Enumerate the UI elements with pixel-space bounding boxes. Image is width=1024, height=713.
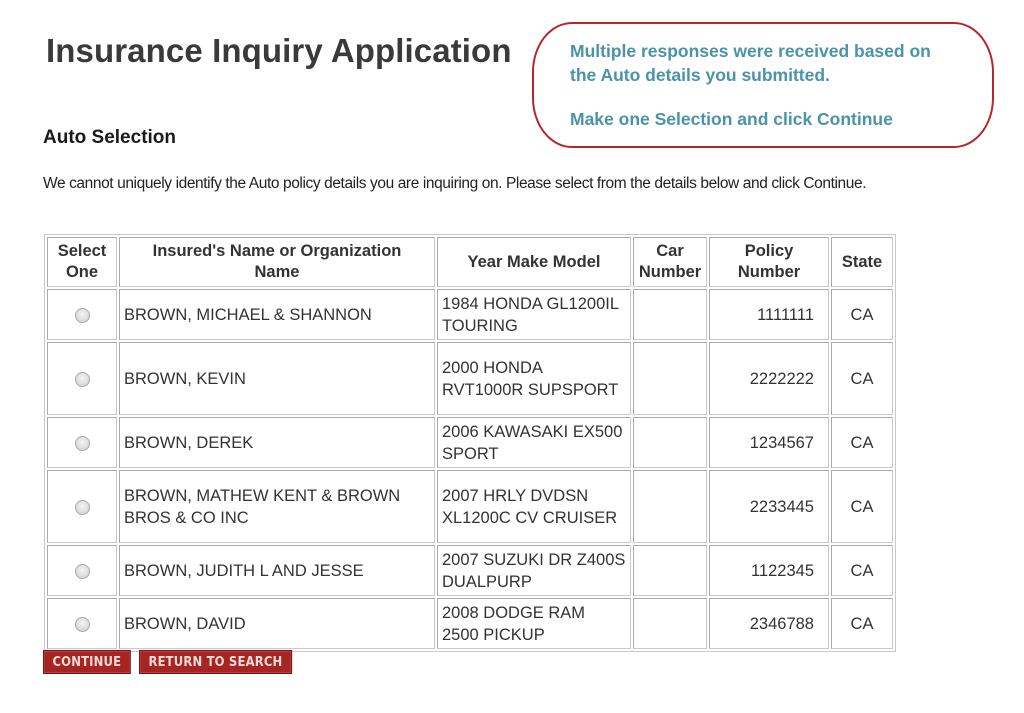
- insured-name: BROWN, DAVID: [119, 598, 435, 649]
- section-title: Auto Selection: [43, 127, 177, 148]
- select-radio[interactable]: [74, 616, 90, 632]
- select-cell: [47, 598, 117, 649]
- table-row: BROWN, JUDITH L AND JESSE 2007 SUZUKI DR…: [47, 545, 893, 596]
- select-cell: [47, 545, 117, 596]
- table-row: BROWN, MATHEW KENT & BROWN BROS & CO INC…: [47, 470, 893, 543]
- insured-name: BROWN, KEVIN: [119, 342, 435, 415]
- car-number: [633, 417, 707, 468]
- year-make-model: 2007 SUZUKI DR Z400S DUALPURP: [437, 545, 631, 596]
- header-state: State: [831, 237, 893, 287]
- policy-number: 2233445: [709, 470, 829, 543]
- header-year-make-model: Year Make Model: [437, 237, 631, 287]
- select-radio[interactable]: [74, 371, 90, 387]
- table-row: BROWN, DEREK 2006 KAWASAKI EX500 SPORT 1…: [47, 417, 893, 468]
- select-radio[interactable]: [74, 563, 90, 579]
- select-cell: [47, 470, 117, 543]
- table-row: BROWN, KEVIN 2000 HONDA RVT1000R SUPSPOR…: [47, 342, 893, 415]
- state: CA: [831, 598, 893, 649]
- app-title: Insurance Inquiry Application: [46, 32, 512, 69]
- instruction-callout: Multiple responses were received based o…: [532, 22, 994, 148]
- car-number: [633, 545, 707, 596]
- policy-number: 2346788: [709, 598, 829, 649]
- policy-number: 1122345: [709, 545, 829, 596]
- state: CA: [831, 342, 893, 415]
- return-to-search-button[interactable]: RETURN TO SEARCH: [139, 650, 292, 674]
- auto-selection-table: Select One Insured's Name or Organizatio…: [44, 234, 896, 652]
- action-buttons: CONTINUE RETURN TO SEARCH: [43, 650, 317, 674]
- car-number: [633, 289, 707, 340]
- policy-number: 1234567: [709, 417, 829, 468]
- insured-name: BROWN, MICHAEL & SHANNON: [119, 289, 435, 340]
- state: CA: [831, 417, 893, 468]
- year-make-model: 2007 HRLY DVDSN XL1200C CV CRUISER: [437, 470, 631, 543]
- callout-message: Multiple responses were received based o…: [570, 41, 931, 85]
- year-make-model: 1984 HONDA GL1200IL TOURING: [437, 289, 631, 340]
- table-header-row: Select One Insured's Name or Organizatio…: [47, 237, 893, 287]
- header-policy-number: Policy Number: [709, 237, 829, 287]
- table-row: BROWN, MICHAEL & SHANNON 1984 HONDA GL12…: [47, 289, 893, 340]
- insured-name: BROWN, MATHEW KENT & BROWN BROS & CO INC: [119, 470, 435, 543]
- select-cell: [47, 342, 117, 415]
- insured-name: BROWN, DEREK: [119, 417, 435, 468]
- select-radio[interactable]: [74, 435, 90, 451]
- select-cell: [47, 289, 117, 340]
- callout-instruction: Make one Selection and click Continue: [570, 109, 893, 129]
- intro-text: We cannot uniquely identify the Auto pol…: [43, 175, 867, 192]
- year-make-model: 2006 KAWASAKI EX500 SPORT: [437, 417, 631, 468]
- header-name: Insured's Name or Organization Name: [119, 237, 435, 287]
- policy-number: 1111111: [709, 289, 829, 340]
- select-cell: [47, 417, 117, 468]
- year-make-model: 2000 HONDA RVT1000R SUPSPORT: [437, 342, 631, 415]
- year-make-model: 2008 DODGE RAM 2500 PICKUP: [437, 598, 631, 649]
- car-number: [633, 342, 707, 415]
- select-radio[interactable]: [74, 499, 90, 515]
- table-row: BROWN, DAVID 2008 DODGE RAM 2500 PICKUP …: [47, 598, 893, 649]
- state: CA: [831, 470, 893, 543]
- policy-number: 2222222: [709, 342, 829, 415]
- continue-button[interactable]: CONTINUE: [43, 650, 131, 674]
- insured-name: BROWN, JUDITH L AND JESSE: [119, 545, 435, 596]
- header-car-number: Car Number: [633, 237, 707, 287]
- car-number: [633, 470, 707, 543]
- select-radio[interactable]: [74, 307, 90, 323]
- header-select: Select One: [47, 237, 117, 287]
- state: CA: [831, 545, 893, 596]
- car-number: [633, 598, 707, 649]
- state: CA: [831, 289, 893, 340]
